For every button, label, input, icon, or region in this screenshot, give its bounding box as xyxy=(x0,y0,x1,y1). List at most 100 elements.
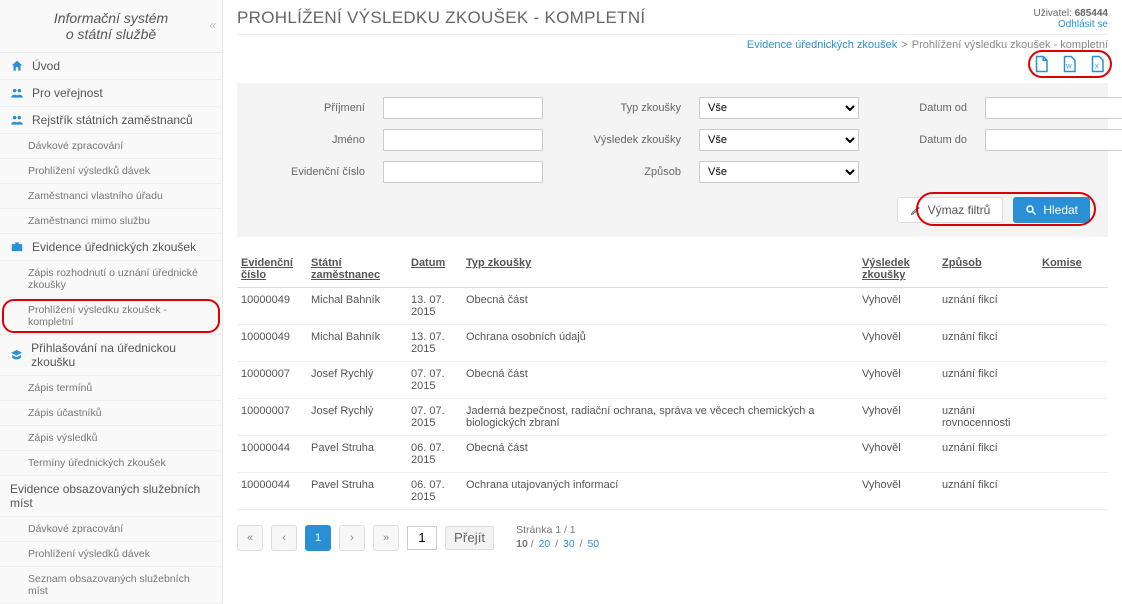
clear-label: Výmaz filtrů xyxy=(928,203,991,217)
pager-next[interactable]: › xyxy=(339,525,365,551)
cell-zpusob: uznání rovnocennosti xyxy=(938,399,1038,436)
select-vysledek[interactable]: Vše xyxy=(699,129,859,151)
export-xls-button[interactable]: X xyxy=(1086,53,1108,75)
page-title: PROHLÍŽENÍ VÝSLEDKU ZKOUŠEK - KOMPLETNÍ xyxy=(237,8,645,28)
pager-first[interactable]: « xyxy=(237,525,263,551)
collapse-icon[interactable]: « xyxy=(209,18,216,32)
nav-sub-zapis-rozhodnuti[interactable]: Zápis rozhodnutí o uznání úřednické zkou… xyxy=(0,261,222,298)
breadcrumb-root[interactable]: Evidence úřednických zkoušek xyxy=(747,39,897,51)
cell-datum: 06. 07. 2015 xyxy=(407,436,462,473)
export-doc-button[interactable]: W xyxy=(1058,53,1080,75)
search-button[interactable]: Hledat xyxy=(1013,197,1090,223)
cell-vysl: Vyhověl xyxy=(858,362,938,399)
nav-uvod[interactable]: Úvod xyxy=(0,53,222,80)
cell-ev: 10000049 xyxy=(237,325,307,362)
nav-sub-prohlizeni-davek1[interactable]: Prohlížení výsledků dávek xyxy=(0,159,222,184)
nav-sub-seznam-mist[interactable]: Seznam obsazovaných služebních míst xyxy=(0,567,222,604)
cell-zpusob: uznání fikcí xyxy=(938,288,1038,325)
main-content: PROHLÍŽENÍ VÝSLEDKU ZKOUŠEK - KOMPLETNÍ … xyxy=(223,0,1122,604)
breadcrumb: Evidence úřednických zkoušek > Prohlížen… xyxy=(237,35,1108,53)
nav-sub-davkove1[interactable]: Dávkové zpracování xyxy=(0,134,222,159)
nav-rejstrik[interactable]: Rejstřík státních zaměstnanců xyxy=(0,107,222,134)
table-row[interactable]: 10000049Michal Bahník13. 07. 2015Obecná … xyxy=(237,288,1108,325)
cell-vysl: Vyhověl xyxy=(858,399,938,436)
table-row[interactable]: 10000007Josef Rychlý07. 07. 2015Jaderná … xyxy=(237,399,1108,436)
search-icon xyxy=(1025,204,1037,216)
nav-sub-prohlizeni-davek2[interactable]: Prohlížení výsledků dávek xyxy=(0,542,222,567)
nav-sub-zapis-vysledku[interactable]: Zápis výsledků xyxy=(0,426,222,451)
input-datum-do[interactable] xyxy=(985,129,1122,151)
pager-info: Stránka 1 / 1 10 / 20 / 30 / 50 xyxy=(516,524,601,551)
th-zam[interactable]: Státní zaměstnanec xyxy=(307,251,407,288)
nav-sub-mimo-sluzbu[interactable]: Zaměstnanci mimo službu xyxy=(0,209,222,234)
th-zpusob[interactable]: Způsob xyxy=(938,251,1038,288)
table-row[interactable]: 10000049Michal Bahník13. 07. 2015Ochrana… xyxy=(237,325,1108,362)
table-row[interactable]: 10000007Josef Rychlý07. 07. 2015Obecná č… xyxy=(237,362,1108,399)
cell-datum: 06. 07. 2015 xyxy=(407,473,462,510)
input-ev-cislo[interactable] xyxy=(383,161,543,183)
app-title-line1: Informační systém xyxy=(6,10,216,26)
pdf-icon xyxy=(1032,55,1050,73)
input-jmeno[interactable] xyxy=(383,129,543,151)
nav-label: Pro veřejnost xyxy=(32,86,103,100)
cell-datum: 13. 07. 2015 xyxy=(407,325,462,362)
table-row[interactable]: 10000044Pavel Struha06. 07. 2015Obecná č… xyxy=(237,436,1108,473)
results-table: Evidenční číslo Státní zaměstnanec Datum… xyxy=(237,251,1108,510)
cell-zpusob: uznání fikcí xyxy=(938,436,1038,473)
people-icon xyxy=(10,86,24,100)
pager-size-current: 10 xyxy=(516,538,528,550)
table-header-row: Evidenční číslo Státní zaměstnanec Datum… xyxy=(237,251,1108,288)
th-datum[interactable]: Datum xyxy=(407,251,462,288)
cell-datum: 13. 07. 2015 xyxy=(407,288,462,325)
table-row[interactable]: 10000044Pavel Struha06. 07. 2015Ochrana … xyxy=(237,473,1108,510)
th-ev[interactable]: Evidenční číslo xyxy=(237,251,307,288)
pager-size-30[interactable]: 30 xyxy=(563,538,575,550)
export-pdf-button[interactable] xyxy=(1030,53,1052,75)
nav-sub-vlastni-urad[interactable]: Zaměstnanci vlastního úřadu xyxy=(0,184,222,209)
pager-last[interactable]: » xyxy=(373,525,399,551)
logout-link[interactable]: Odhlásit se xyxy=(1058,19,1108,30)
label-jmeno: Jméno xyxy=(255,134,365,146)
user-label: Uživatel: xyxy=(1033,8,1071,19)
breadcrumb-separator: > xyxy=(901,39,907,51)
input-datum-od[interactable] xyxy=(985,97,1122,119)
nav-label: Úvod xyxy=(32,59,60,73)
clear-filters-button[interactable]: Výmaz filtrů xyxy=(897,197,1004,223)
nav-evidence[interactable]: Evidence úřednických zkoušek xyxy=(0,234,222,261)
select-typ[interactable]: Vše xyxy=(699,97,859,119)
cell-komise xyxy=(1038,288,1108,325)
pager-go-button[interactable]: Přejít xyxy=(445,526,494,550)
label-typ: Typ zkoušky xyxy=(561,102,681,114)
breadcrumb-current: Prohlížení výsledku zkoušek - kompletní xyxy=(912,39,1108,51)
cell-ev: 10000044 xyxy=(237,436,307,473)
nav-verejnost[interactable]: Pro veřejnost xyxy=(0,80,222,107)
th-vysl[interactable]: Výsledek zkoušky xyxy=(858,251,938,288)
cell-ev: 10000044 xyxy=(237,473,307,510)
app-title: Informační systém o státní službě « xyxy=(0,0,222,53)
th-komise[interactable]: Komise xyxy=(1038,251,1108,288)
cell-zpusob: uznání fikcí xyxy=(938,473,1038,510)
label-datum-od: Datum od xyxy=(877,102,967,114)
cell-zam: Josef Rychlý xyxy=(307,362,407,399)
select-zpusob[interactable]: Vše xyxy=(699,161,859,183)
cell-ev: 10000007 xyxy=(237,362,307,399)
pager-page-1[interactable]: 1 xyxy=(305,525,331,551)
nav-sub-zapis-ucastniku[interactable]: Zápis účastníků xyxy=(0,401,222,426)
xls-icon: X xyxy=(1088,55,1106,73)
nav-sub-prohlizeni-vysledku[interactable]: Prohlížení výsledku zkoušek - kompletní xyxy=(0,298,222,335)
nav-mista[interactable]: Evidence obsazovaných služebních míst xyxy=(0,476,222,517)
pager-size-50[interactable]: 50 xyxy=(587,538,599,550)
pager-size-20[interactable]: 20 xyxy=(539,538,551,550)
nav-sub-terminy[interactable]: Termíny úřednických zkoušek xyxy=(0,451,222,476)
people-icon xyxy=(10,113,24,127)
pager-prev[interactable]: ‹ xyxy=(271,525,297,551)
pager-jump-input[interactable] xyxy=(407,526,437,550)
th-typ[interactable]: Typ zkoušky xyxy=(462,251,858,288)
nav-label: Evidence obsazovaných služebních míst xyxy=(10,482,212,510)
cell-zam: Michal Bahník xyxy=(307,288,407,325)
cell-datum: 07. 07. 2015 xyxy=(407,399,462,436)
nav-sub-zapis-terminu[interactable]: Zápis termínů xyxy=(0,376,222,401)
input-prijmeni[interactable] xyxy=(383,97,543,119)
nav-label: Rejstřík státních zaměstnanců xyxy=(32,113,193,127)
nav-prihlasovani[interactable]: Přihlašování na úřednickou zkoušku xyxy=(0,335,222,376)
